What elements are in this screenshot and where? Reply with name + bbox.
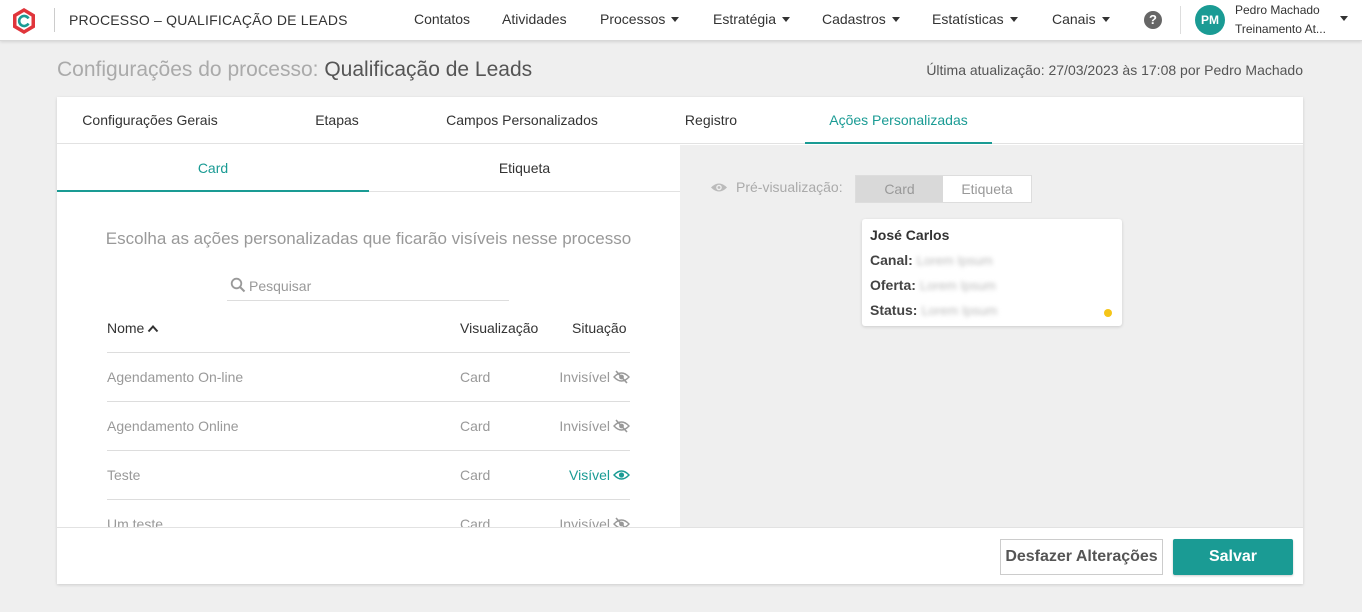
actions-list-pane: Card Etiqueta Escolha as ações personali… (57, 145, 680, 527)
settings-panel: Configurações Gerais Etapas Campos Perso… (57, 97, 1303, 584)
field-label: Oferta: (870, 277, 916, 293)
app-logo-icon[interactable] (10, 7, 38, 35)
preview-tag-button[interactable]: Etiqueta (943, 176, 1031, 202)
nav-cadastros[interactable]: Cadastros (822, 11, 900, 27)
preview-mode-toggle: Card Etiqueta (855, 175, 1032, 203)
nav-canais[interactable]: Canais (1052, 11, 1110, 27)
user-name[interactable]: Pedro Machado (1235, 3, 1320, 17)
user-org[interactable]: Treinamento At... (1235, 22, 1335, 36)
state-label: Visível (569, 467, 610, 483)
row-view: Card (460, 467, 491, 483)
table-row: Um teste Card Invisível (107, 500, 630, 527)
preview-label: Pré-visualização: (736, 179, 843, 195)
field-label: Status: (870, 302, 918, 318)
nav-atividades[interactable]: Atividades (502, 11, 567, 27)
visibility-toggle[interactable]: Visível (569, 467, 630, 483)
eye-icon (613, 470, 630, 480)
visibility-toggle[interactable]: Invisível (559, 418, 630, 434)
page-title-value: Qualificação de Leads (324, 58, 533, 81)
search-box (227, 271, 509, 301)
main-tabs: Configurações Gerais Etapas Campos Perso… (57, 97, 1303, 144)
nav-contatos[interactable]: Contatos (414, 11, 470, 27)
column-header-view[interactable]: Visualização (460, 320, 538, 336)
table-row: Agendamento On-line Card Invisível (107, 353, 630, 402)
subtab-card[interactable]: Card (57, 145, 369, 192)
row-view: Card (460, 516, 491, 527)
avatar[interactable]: PM (1195, 5, 1225, 35)
nav-label: Estratégia (713, 11, 777, 27)
nav-estatisticas[interactable]: Estatísticas (932, 11, 1018, 27)
nav-estrategia[interactable]: Estratégia (713, 11, 791, 27)
column-header-state[interactable]: Situação (572, 320, 626, 336)
page-title: Configurações do processo: Qualificação … (57, 58, 532, 82)
lead-field-canal: Canal: Lorem Ipsum (870, 252, 993, 268)
table-row: Teste Card Visível (107, 451, 630, 500)
eye-slash-icon (613, 517, 630, 527)
subtab-etiqueta[interactable]: Etiqueta (369, 145, 680, 192)
nav-processos[interactable]: Processos (600, 11, 680, 27)
help-icon[interactable]: ? (1144, 11, 1162, 29)
search-input[interactable] (249, 275, 504, 297)
tab-configuracoes-gerais[interactable]: Configurações Gerais (57, 97, 243, 144)
tab-etapas[interactable]: Etapas (262, 97, 412, 144)
sort-ascending-icon (148, 325, 159, 333)
caret-down-icon (891, 17, 900, 22)
nav-label: Atividades (502, 11, 567, 27)
field-label: Canal: (870, 252, 913, 268)
column-label: Nome (107, 320, 145, 336)
page-title-label: Configurações do processo: (57, 58, 319, 81)
row-name: Agendamento On-line (107, 369, 244, 385)
preview-pane: Pré-visualização: Card Etiqueta José Car… (680, 145, 1303, 527)
instruction-text: Escolha as ações personalizadas que fica… (105, 229, 632, 248)
eye-icon (711, 183, 727, 192)
state-label: Invisível (559, 369, 610, 385)
divider (54, 8, 55, 32)
preview-card-button[interactable]: Card (856, 176, 943, 202)
visibility-toggle[interactable]: Invisível (559, 516, 630, 527)
field-value: Lorem Ipsum (921, 303, 998, 318)
caret-down-icon (1009, 17, 1018, 22)
caret-down-icon (671, 17, 680, 22)
lead-name: José Carlos (870, 227, 950, 243)
user-menu-caret-icon[interactable] (1340, 16, 1348, 21)
row-name: Teste (107, 467, 141, 483)
nav-label: Estatísticas (932, 11, 1004, 27)
status-dot (1104, 309, 1112, 317)
state-label: Invisível (559, 516, 610, 527)
field-value: Lorem Ipsum (919, 278, 996, 293)
eye-slash-icon (613, 419, 630, 433)
nav-label: Contatos (414, 11, 471, 27)
table-row: Agendamento Online Card Invisível (107, 402, 630, 451)
caret-down-icon (782, 17, 791, 22)
nav-label: Cadastros (822, 11, 886, 27)
table-header: Nome Visualização Situação (107, 305, 630, 353)
divider (1180, 6, 1181, 34)
tab-campos-personalizados[interactable]: Campos Personalizados (429, 97, 615, 144)
state-label: Invisível (559, 418, 610, 434)
nav-label: Canais (1052, 11, 1096, 27)
footer-actions: Desfazer Alterações Salvar (57, 527, 1303, 584)
undo-changes-button[interactable]: Desfazer Alterações (1000, 539, 1163, 575)
tab-registro[interactable]: Registro (647, 97, 775, 144)
app-title: PROCESSO – QUALIFICAÇÃO DE LEADS (69, 12, 348, 28)
search-icon (230, 277, 246, 293)
tab-acoes-personalizadas[interactable]: Ações Personalizadas (805, 97, 992, 144)
row-name: Agendamento Online (107, 418, 239, 434)
field-value: Lorem Ipsum (916, 253, 993, 268)
row-view: Card (460, 369, 491, 385)
column-header-name[interactable]: Nome (107, 320, 159, 336)
preview-lead-card: José Carlos Canal: Lorem Ipsum Oferta: Lor… (862, 219, 1122, 326)
lead-field-status: Status: Lorem Ipsum (870, 302, 997, 318)
nav-label: Processos (600, 11, 666, 27)
eye-slash-icon (613, 370, 630, 384)
last-update: Última atualização: 27/03/2023 às 17:08 … (926, 62, 1303, 78)
row-view: Card (460, 418, 491, 434)
visibility-toggle[interactable]: Invisível (559, 369, 630, 385)
sub-tabs: Card Etiqueta (57, 145, 680, 192)
top-bar: PROCESSO – QUALIFICAÇÃO DE LEADS Contato… (0, 0, 1362, 41)
save-button[interactable]: Salvar (1173, 539, 1293, 575)
row-name: Um teste (107, 516, 164, 527)
caret-down-icon (1101, 17, 1110, 22)
lead-field-oferta: Oferta: Lorem Ipsum (870, 277, 996, 293)
